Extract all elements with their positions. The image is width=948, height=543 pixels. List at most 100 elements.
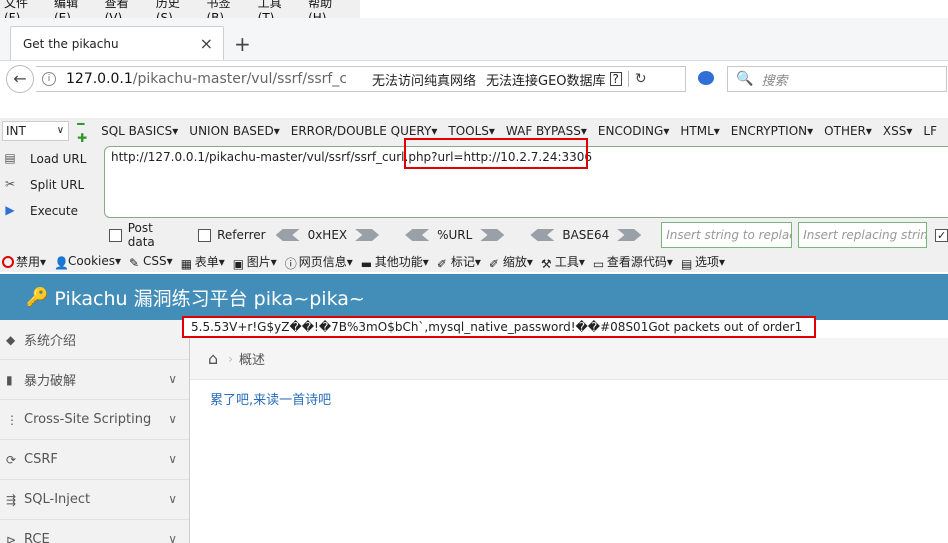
chevron-down-icon: ∨ <box>168 492 177 506</box>
execute-button[interactable]: ▶ Execute <box>2 198 102 224</box>
search-placeholder: 搜索 <box>761 73 788 89</box>
replace-checkbox[interactable]: ✓ <box>935 228 948 242</box>
referrer-label: Referrer <box>217 228 266 242</box>
folder-icon: ▬ <box>360 256 373 271</box>
menu-tools[interactable]: TOOLS▾ <box>448 124 495 138</box>
addon-notice-geo: 无法连接GEO数据库 <box>486 73 606 89</box>
post-data-checkbox[interactable] <box>109 228 122 242</box>
menu-union-based[interactable]: UNION BASED▾ <box>189 124 279 138</box>
source-icon: ▭ <box>592 256 605 271</box>
marker-icon: ✐ <box>436 256 447 271</box>
sidebar-item-intro[interactable]: ◆ 系统介绍 <box>0 320 189 360</box>
hackbar-actions: ▤ Load URL ✂ Split URL ▶ Execute <box>2 146 102 224</box>
ssrf-response-output: 5.5.53V+r!G$yZ��!�7B%3mO$bCh`,mysql_nati… <box>182 316 816 338</box>
sidebar-item-xss[interactable]: ⋮ Cross-Site Scripting ∨ <box>0 400 189 440</box>
url-encoder[interactable]: %URL <box>405 228 505 242</box>
back-arrow-icon[interactable]: ← <box>6 65 34 93</box>
minus-plus-icon[interactable]: ━ ✚ <box>77 117 93 145</box>
sidebar-item-sqli[interactable]: ⇶ SQL-Inject ∨ <box>0 480 189 520</box>
menu-lfi[interactable]: LF <box>923 124 937 138</box>
insert-replacing-input[interactable]: Insert replacing string <box>798 222 928 248</box>
outline-menu[interactable]: ✐ 标记▾ <box>436 253 485 271</box>
right-arrow-icon <box>355 229 380 241</box>
poem-link[interactable]: 累了吧,来读一首诗吧 <box>210 389 331 408</box>
chevron-down-icon: ∨ <box>168 412 177 426</box>
reload-icon[interactable]: ↻ <box>635 71 647 87</box>
form-icon: ▦ <box>180 256 193 271</box>
load-url-button[interactable]: ▤ Load URL <box>2 146 102 172</box>
sidebar-item-csrf[interactable]: ⟳ CSRF ∨ <box>0 440 189 480</box>
search-input[interactable]: 🔍 搜索 <box>727 66 947 92</box>
sidebar-item-bruteforce[interactable]: ▮ 暴力破解 ∨ <box>0 360 189 400</box>
home-icon[interactable]: ⌂ <box>208 349 218 368</box>
close-icon[interactable]: × <box>200 34 213 53</box>
chevron-right-icon: › <box>228 351 233 366</box>
hex-encoder[interactable]: 0xHEX <box>275 228 380 242</box>
extension-icon[interactable] <box>698 71 714 85</box>
menu-error-double-query[interactable]: ERROR/DOUBLE QUERY▾ <box>291 124 438 138</box>
disable-icon <box>2 255 14 268</box>
view-source-menu[interactable]: ▭ 查看源代码▾ <box>592 253 677 271</box>
misc-menu[interactable]: ▬ 其他功能▾ <box>360 253 433 271</box>
scissors-icon: ✂ <box>4 177 16 191</box>
split-url-button[interactable]: ✂ Split URL <box>2 172 102 198</box>
menu-other[interactable]: OTHER▾ <box>824 124 872 138</box>
site-brand[interactable]: Pikachu 漏洞练习平台 pika~pika~ <box>54 284 364 311</box>
menu-waf-bypass[interactable]: WAF BYPASS▾ <box>506 124 587 138</box>
resize-icon: ✐ <box>488 256 499 271</box>
url-text[interactable]: 127.0.0.1/pikachu-master/vul/ssrf/ssrf_c… <box>66 71 346 87</box>
addon-notice-network: 无法访问纯真网络 <box>372 73 477 89</box>
tab-active[interactable]: Get the pikachu × <box>10 26 224 60</box>
new-tab-icon[interactable]: + <box>234 32 251 56</box>
images-menu[interactable]: ▣ 图片▾ <box>232 253 281 271</box>
image-icon: ▣ <box>232 256 245 271</box>
menu-html[interactable]: HTML▾ <box>680 124 719 138</box>
resize-menu[interactable]: ✐ 缩放▾ <box>488 253 537 271</box>
chevron-down-icon: ∨ <box>168 452 177 466</box>
divider <box>627 71 629 87</box>
pencil-icon: ✎ <box>129 256 140 270</box>
disable-menu[interactable]: 禁用▾ <box>2 253 50 270</box>
chevron-down-icon: ∨ <box>168 532 177 543</box>
insert-string-input[interactable]: Insert string to replace <box>661 222 793 248</box>
options-menu[interactable]: ▤ 选项▾ <box>681 253 729 271</box>
sidebar-item-rce[interactable]: ⊳ RCE ∨ <box>0 520 189 543</box>
nav-bar: ← i 127.0.0.1/pikachu-master/vul/ssrf/ss… <box>0 60 948 96</box>
menu-bar: 文件(F) 编辑(E) 查看(V) 历史(S) 书签(B) 工具(T) 帮助(H… <box>0 0 360 25</box>
lock-icon: ▮ <box>6 372 13 387</box>
left-arrow-icon <box>275 229 300 241</box>
post-data-label: Post data <box>127 221 155 249</box>
highlight-box <box>404 138 588 169</box>
info-icon[interactable]: i <box>42 72 56 86</box>
right-arrow-icon <box>480 229 505 241</box>
breadcrumb: ⌂ › 概述 <box>190 338 948 380</box>
referrer-checkbox[interactable] <box>198 228 212 242</box>
wrench-icon: ⚒ <box>540 256 552 271</box>
base64-encoder[interactable]: BASE64 <box>530 228 642 242</box>
tag-icon: ◆ <box>6 332 16 347</box>
left-arrow-icon <box>405 229 430 241</box>
key-icon: 🔑 <box>26 286 49 308</box>
cookies-menu[interactable]: 👤Cookies▾ <box>54 254 125 270</box>
menu-encoding[interactable]: ENCODING▾ <box>598 124 669 138</box>
menu-encryption[interactable]: ENCRYPTION▾ <box>731 124 813 138</box>
page-info-menu[interactable]: ⓘ 网页信息▾ <box>284 253 357 271</box>
menu-sql-basics[interactable]: SQL BASICS▾ <box>101 124 178 138</box>
info-icon: ⓘ <box>284 256 297 271</box>
hackbar-type-select[interactable]: INT ∨ <box>2 121 70 141</box>
user-icon: 👤 <box>54 256 69 270</box>
breadcrumb-current: 概述 <box>238 353 265 368</box>
refresh-icon: ⟳ <box>6 452 17 467</box>
site-header: 🔑 Pikachu 漏洞练习平台 pika~pika~ <box>0 274 948 320</box>
left-arrow-icon <box>530 229 555 241</box>
forms-menu[interactable]: ▦ 表单▾ <box>180 253 229 271</box>
help-icon[interactable]: ? <box>609 72 622 86</box>
chevron-down-icon: ∨ <box>168 372 177 386</box>
css-menu[interactable]: ✎ CSS▾ <box>129 254 177 270</box>
url-bar[interactable]: i 127.0.0.1/pikachu-master/vul/ssrf/ssrf… <box>36 66 686 92</box>
tools-menu[interactable]: ⚒ 工具▾ <box>540 253 589 271</box>
hackbar-menu: SQL BASICS▾ UNION BASED▾ ERROR/DOUBLE QU… <box>101 124 948 138</box>
menu-xss[interactable]: XSS▾ <box>883 124 912 138</box>
play-icon: ▶ <box>5 203 15 217</box>
search-icon: 🔍 <box>736 71 754 87</box>
